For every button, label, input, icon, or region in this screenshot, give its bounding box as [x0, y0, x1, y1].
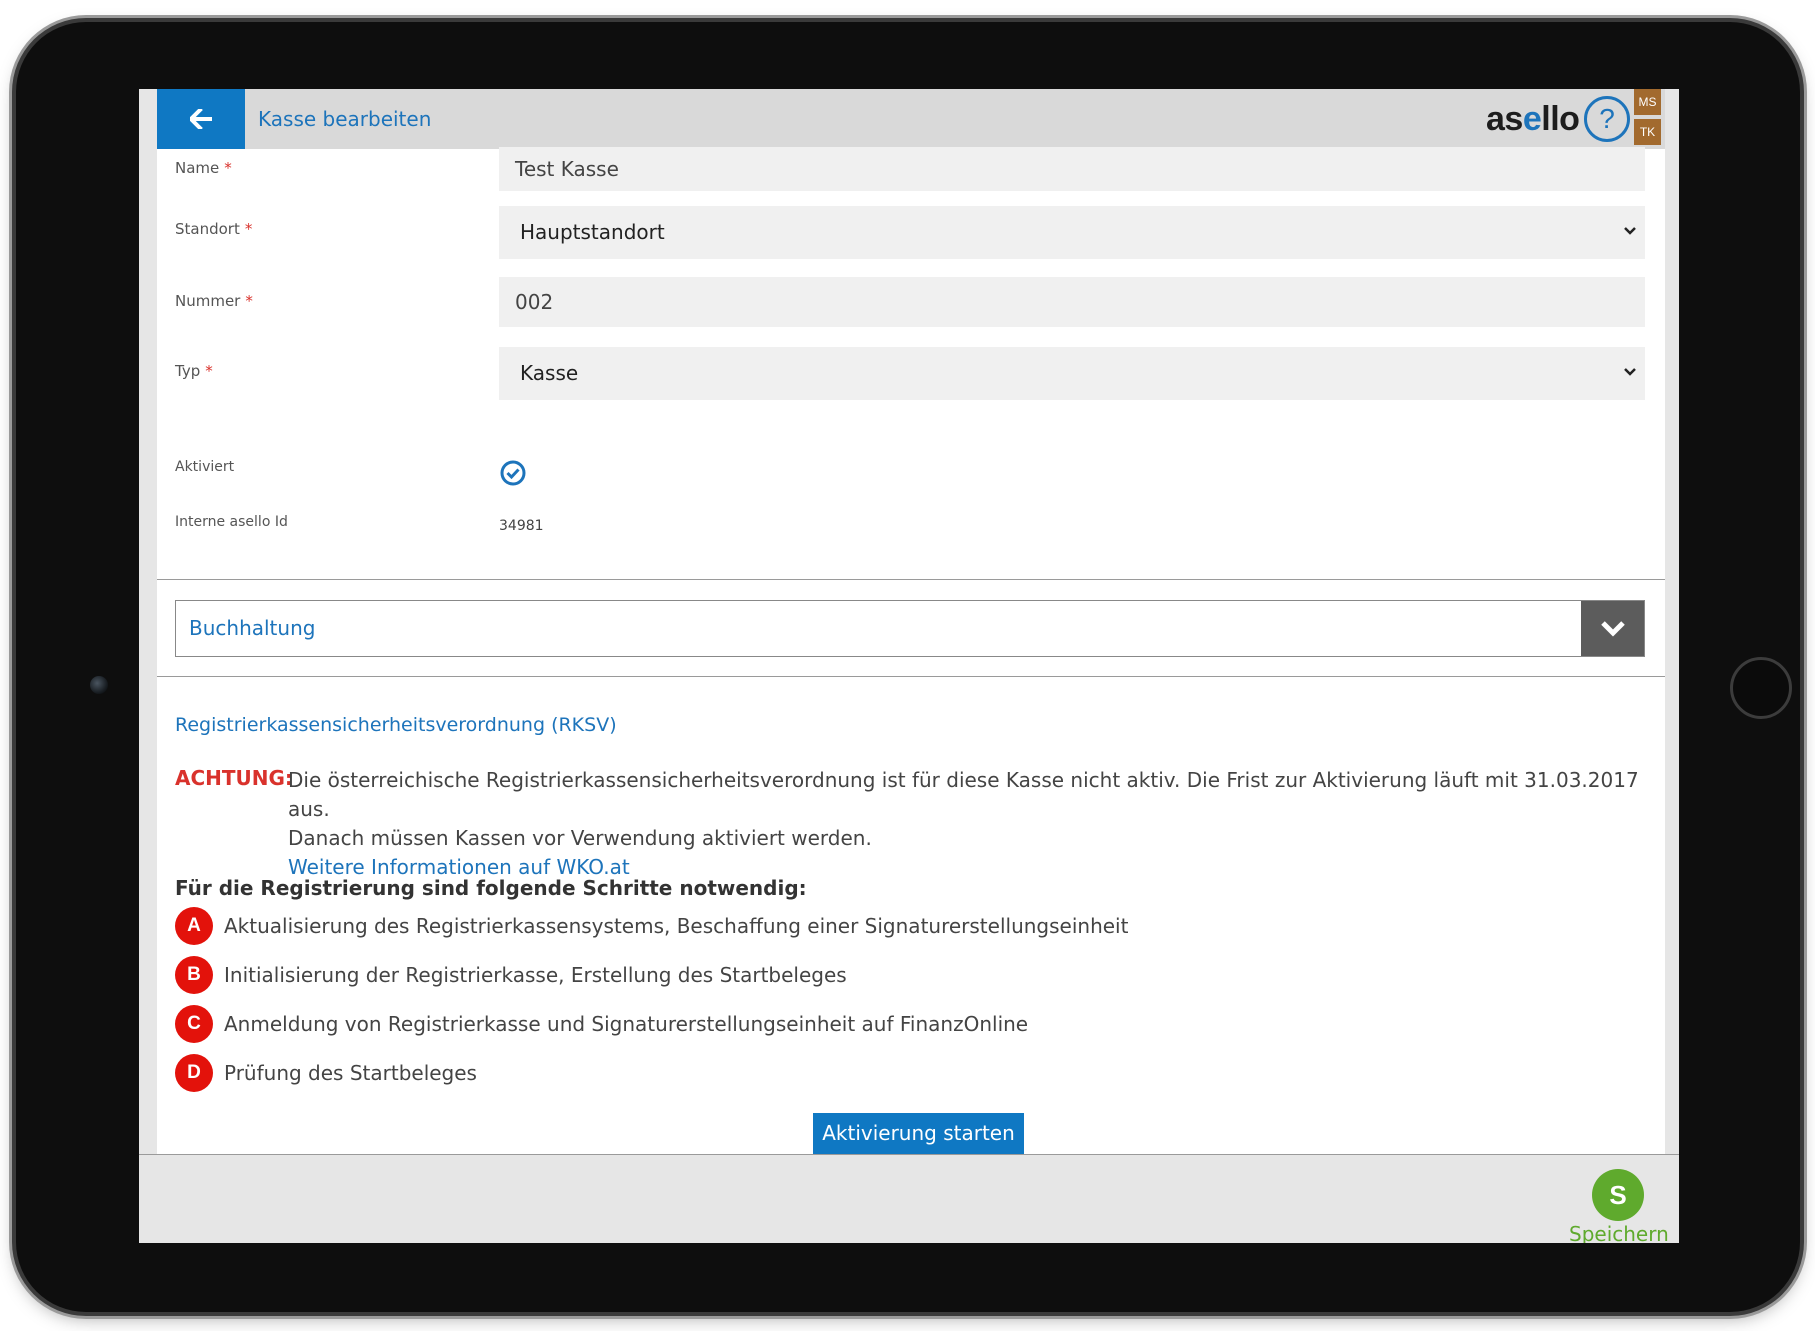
warning-line: Danach müssen Kassen vor Verwendung akti… — [288, 826, 872, 850]
typ-label: Typ * — [175, 362, 213, 380]
rksv-section-title: Registrierkassensicherheitsverordnung (R… — [175, 714, 617, 736]
nummer-label: Nummer * — [175, 292, 253, 310]
step-text: Prüfung des Startbeleges — [224, 1061, 477, 1085]
divider — [157, 676, 1665, 677]
accordion-label: Buchhaltung — [189, 616, 316, 640]
interne-id-label: Interne asello Id — [175, 514, 288, 530]
save-button[interactable]: S — [1592, 1169, 1644, 1221]
nummer-input[interactable]: 002 — [499, 277, 1645, 327]
typ-select[interactable]: Kasse — [499, 347, 1645, 400]
home-button[interactable] — [1730, 657, 1792, 719]
steps-heading: Für die Registrierung sind folgende Schr… — [175, 876, 807, 900]
logo-prefix: as — [1486, 100, 1523, 138]
aktiviert-label: Aktiviert — [175, 459, 235, 475]
user-badge-tk[interactable]: TK — [1634, 119, 1661, 145]
footer-divider — [139, 1154, 1679, 1155]
save-label[interactable]: Speichern — [1569, 1222, 1669, 1243]
accordion-toggle-button[interactable] — [1581, 601, 1644, 656]
warning-label: ACHTUNG: — [175, 766, 293, 790]
warning-text: Die österreichische Registrierkassensich… — [288, 766, 1648, 882]
chevron-down-icon — [1624, 227, 1636, 235]
step-text: Aktualisierung des Registrierkassensyste… — [224, 914, 1129, 938]
logo-suffix: llo — [1541, 100, 1580, 138]
help-button[interactable]: ? — [1584, 96, 1630, 142]
warning-line: Die österreichische Registrierkassensich… — [288, 768, 1639, 821]
edit-panel: Kasse bearbeiten asello ? MS TK Name * Te… — [157, 89, 1665, 1154]
name-input[interactable]: Test Kasse — [499, 147, 1645, 191]
required-mark: * — [224, 159, 232, 177]
app-screen: Kasse bearbeiten asello ? MS TK Name * Te… — [139, 89, 1679, 1243]
step-text: Initialisierung der Registrierkasse, Ers… — [224, 963, 847, 987]
required-mark: * — [245, 292, 253, 310]
interne-id-value: 34981 — [499, 518, 544, 534]
page-title: Kasse bearbeiten — [258, 107, 432, 131]
question-circle-icon: ? — [1599, 103, 1615, 134]
standort-value: Hauptstandort — [520, 220, 665, 244]
step-letter-badge: A — [175, 907, 213, 945]
step-letter-badge: D — [175, 1054, 213, 1092]
step-text: Anmeldung von Registrierkasse und Signat… — [224, 1012, 1029, 1036]
required-mark: * — [205, 362, 213, 380]
activate-rksv-button[interactable]: Aktivierung starten — [813, 1113, 1024, 1154]
typ-value: Kasse — [520, 361, 579, 385]
back-button[interactable] — [157, 89, 245, 149]
buchhaltung-accordion[interactable]: Buchhaltung — [175, 600, 1645, 657]
standort-select[interactable]: Hauptstandort — [499, 206, 1645, 259]
arrow-left-icon — [190, 109, 212, 129]
camera-icon — [90, 676, 108, 694]
divider — [157, 579, 1665, 580]
standort-label: Standort * — [175, 220, 253, 238]
user-badge-ms[interactable]: MS — [1634, 89, 1661, 115]
step-letter-badge: B — [175, 956, 213, 994]
check-circle-icon[interactable] — [499, 459, 527, 487]
name-label: Name * — [175, 159, 232, 177]
chevron-down-icon — [1600, 621, 1625, 637]
logo-accent: e — [1522, 100, 1542, 138]
chevron-down-icon — [1624, 368, 1636, 376]
app-header: Kasse bearbeiten asello ? MS TK — [157, 89, 1665, 149]
step-letter-badge: C — [175, 1005, 213, 1043]
asello-logo: asello — [1486, 95, 1580, 143]
required-mark: * — [244, 220, 253, 238]
